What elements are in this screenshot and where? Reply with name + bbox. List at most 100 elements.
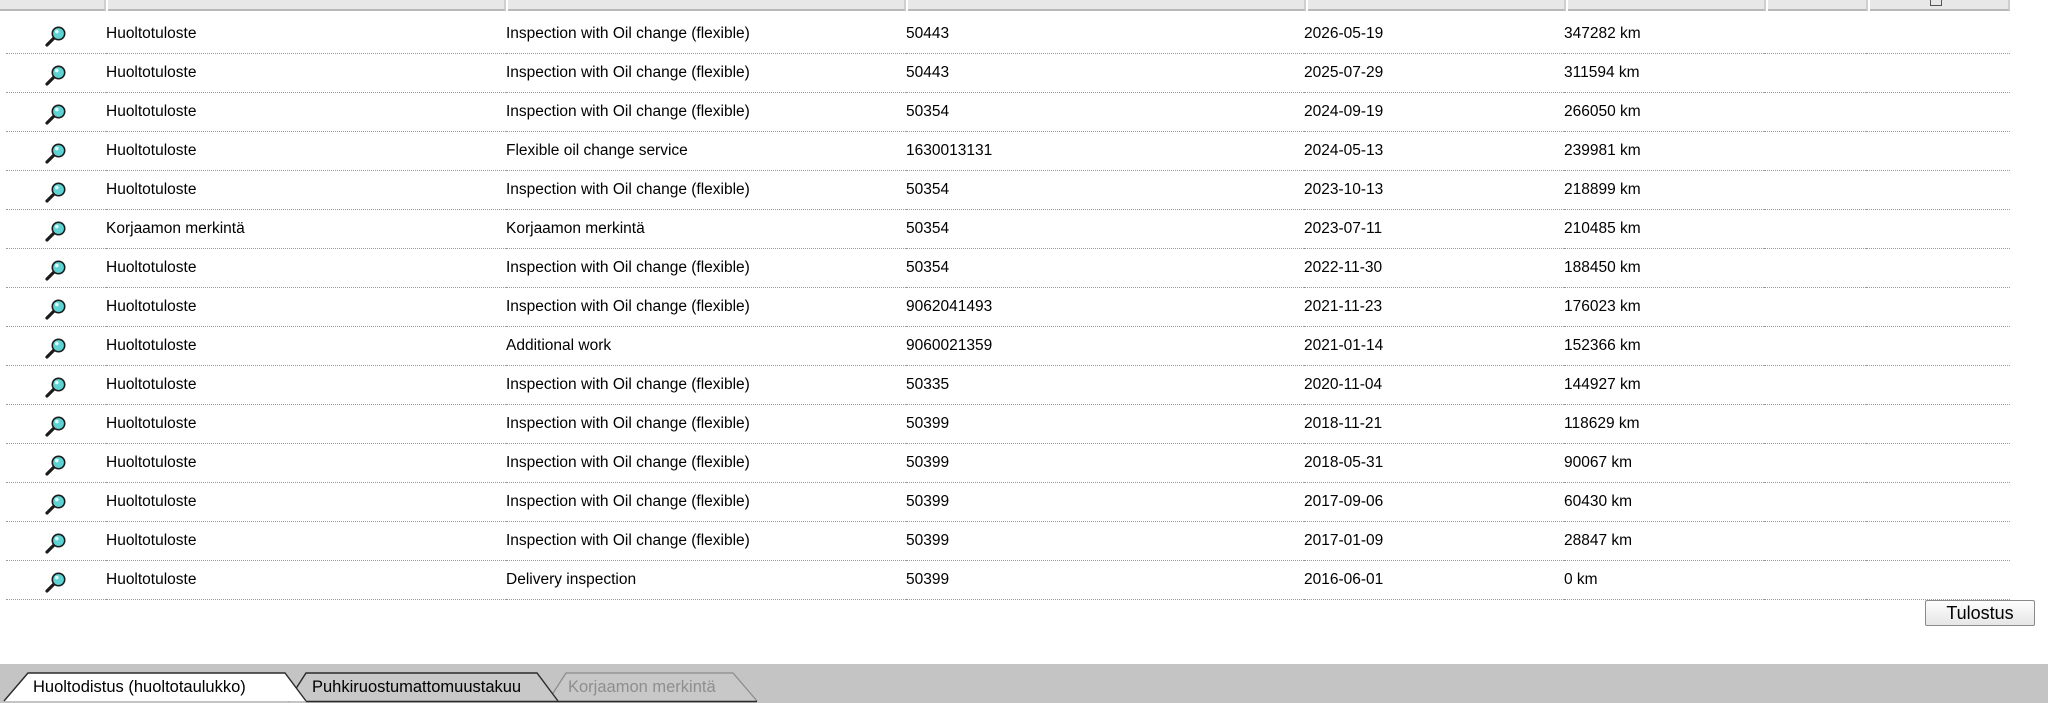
row-mileage-cell: 144927 km (1564, 365, 1764, 405)
column-header[interactable] (1308, 0, 1566, 11)
row-empty-cell (1764, 53, 1866, 93)
row-view-cell (6, 248, 106, 288)
row-view-cell (6, 482, 106, 522)
row-empty-cell (1866, 92, 2010, 132)
row-date-cell: 2024-09-19 (1304, 92, 1564, 132)
row-empty-cell (1764, 92, 1866, 132)
row-mileage-cell: 176023 km (1564, 287, 1764, 327)
row-mileage-cell: 152366 km (1564, 326, 1764, 366)
row-date-cell: 2018-11-21 (1304, 404, 1564, 444)
table-row: Huoltotuloste Inspection with Oil change … (6, 248, 2010, 288)
row-view-cell (6, 131, 106, 171)
row-view-cell (6, 560, 106, 600)
row-empty-cell (1764, 15, 1866, 54)
column-header[interactable] (1568, 0, 1766, 11)
magnifier-icon[interactable] (44, 141, 68, 165)
row-date-cell: 2021-11-23 (1304, 287, 1564, 327)
row-empty-cell (1866, 404, 2010, 444)
row-date-cell: 2022-11-30 (1304, 248, 1564, 288)
magnifier-icon[interactable] (44, 219, 68, 243)
row-description-cell: Inspection with Oil change (flexible) (506, 170, 906, 210)
magnifier-icon[interactable] (44, 492, 68, 516)
tab-workshop-entry[interactable]: Korjaamon merkintä (568, 674, 716, 700)
row-type-cell: Huoltotuloste (106, 404, 506, 444)
table-row: Huoltotuloste Inspection with Oil change … (6, 443, 2010, 483)
service-records-table: Huoltotuloste Inspection with Oil change … (6, 15, 2010, 600)
magnifier-icon[interactable] (44, 531, 68, 555)
magnifier-icon[interactable] (44, 180, 68, 204)
magnifier-icon[interactable] (44, 570, 68, 594)
row-view-cell (6, 287, 106, 327)
row-view-cell (6, 326, 106, 366)
row-mileage-cell: 218899 km (1564, 170, 1764, 210)
row-empty-cell (1866, 15, 2010, 54)
row-empty-cell (1866, 482, 2010, 522)
row-code-cell: 9060021359 (906, 326, 1304, 366)
row-type-cell: Huoltotuloste (106, 131, 506, 171)
column-header[interactable] (1768, 0, 1868, 11)
service-history-page: Huoltotuloste Inspection with Oil change … (0, 0, 2048, 703)
row-mileage-cell: 0 km (1564, 560, 1764, 600)
row-description-cell: Flexible oil change service (506, 131, 906, 171)
row-date-cell: 2017-09-06 (1304, 482, 1564, 522)
row-view-cell (6, 15, 106, 54)
row-type-cell: Huoltotuloste (106, 482, 506, 522)
table-row: Huoltotuloste Flexible oil change service… (6, 131, 2010, 171)
row-empty-cell (1764, 326, 1866, 366)
row-empty-cell (1866, 287, 2010, 327)
column-header[interactable] (108, 0, 506, 11)
row-empty-cell (1866, 53, 2010, 93)
magnifier-icon[interactable] (44, 414, 68, 438)
row-description-cell: Inspection with Oil change (flexible) (506, 365, 906, 405)
table-row: Huoltotuloste Inspection with Oil change … (6, 53, 2010, 93)
column-header[interactable] (908, 0, 1306, 11)
row-type-cell: Huoltotuloste (106, 365, 506, 405)
row-empty-cell (1764, 209, 1866, 249)
row-empty-cell (1866, 209, 2010, 249)
row-empty-cell (1764, 365, 1866, 405)
row-mileage-cell: 118629 km (1564, 404, 1764, 444)
row-mileage-cell: 60430 km (1564, 482, 1764, 522)
row-empty-cell (1866, 326, 2010, 366)
row-code-cell: 50354 (906, 170, 1304, 210)
row-type-cell: Huoltotuloste (106, 443, 506, 483)
tab-rust-warranty[interactable]: Puhkiruostumattomuustakuu (312, 674, 521, 700)
row-mileage-cell: 347282 km (1564, 15, 1764, 54)
print-button[interactable]: Tulostus (1925, 600, 2035, 626)
row-view-cell (6, 521, 106, 561)
row-view-cell (6, 53, 106, 93)
row-type-cell: Huoltotuloste (106, 287, 506, 327)
magnifier-icon[interactable] (44, 297, 68, 321)
row-code-cell: 50443 (906, 53, 1304, 93)
table-row: Huoltotuloste Inspection with Oil change … (6, 365, 2010, 405)
row-type-cell: Huoltotuloste (106, 15, 506, 54)
row-description-cell: Inspection with Oil change (flexible) (506, 53, 906, 93)
magnifier-icon[interactable] (44, 24, 68, 48)
table-row: Huoltotuloste Delivery inspection 50399 201… (6, 560, 2010, 600)
row-type-cell: Huoltotuloste (106, 53, 506, 93)
magnifier-icon[interactable] (44, 336, 68, 360)
row-empty-cell (1764, 131, 1866, 171)
magnifier-icon[interactable] (44, 453, 68, 477)
column-header[interactable] (0, 0, 106, 11)
row-mileage-cell: 210485 km (1564, 209, 1764, 249)
row-view-cell (6, 365, 106, 405)
row-description-cell: Inspection with Oil change (flexible) (506, 482, 906, 522)
row-empty-cell (1764, 404, 1866, 444)
magnifier-icon[interactable] (44, 102, 68, 126)
column-header[interactable] (1870, 0, 2010, 11)
row-description-cell: Inspection with Oil change (flexible) (506, 443, 906, 483)
row-empty-cell (1866, 365, 2010, 405)
magnifier-icon[interactable] (44, 63, 68, 87)
magnifier-icon[interactable] (44, 258, 68, 282)
row-type-cell: Huoltotuloste (106, 560, 506, 600)
row-type-cell: Huoltotuloste (106, 248, 506, 288)
column-header[interactable] (508, 0, 906, 11)
table-header-strip (0, 0, 2010, 12)
tab-service-certificate[interactable]: Huoltodistus (huoltotaulukko) (33, 674, 246, 700)
row-code-cell: 9062041493 (906, 287, 1304, 327)
row-date-cell: 2026-05-19 (1304, 15, 1564, 54)
row-view-cell (6, 170, 106, 210)
row-empty-cell (1764, 248, 1866, 288)
magnifier-icon[interactable] (44, 375, 68, 399)
